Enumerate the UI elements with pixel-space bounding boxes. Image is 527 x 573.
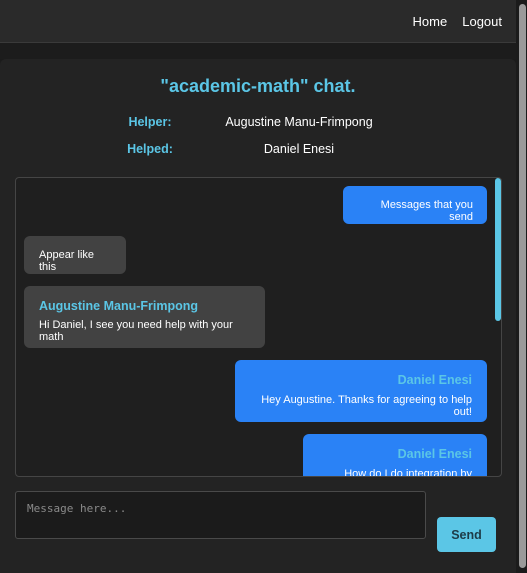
helper-label: Helper: <box>128 115 172 129</box>
message-text: How do I do integration by parts? <box>344 468 472 477</box>
message-text: Messages that you send <box>380 199 473 223</box>
message-bubble: Augustine Manu-Frimpong Hi Daniel, I see… <box>24 286 265 348</box>
chat-title: "academic-math" chat. <box>160 76 356 96</box>
chat-panel: "academic-math" chat. Helper: Augustine … <box>0 59 516 573</box>
page-scrollbar[interactable] <box>519 4 526 568</box>
message-list[interactable]: Messages that you send Appear like this … <box>15 177 502 477</box>
header-spacer <box>0 43 516 59</box>
message-sender: Daniel Enesi <box>397 447 472 461</box>
message-input[interactable] <box>15 491 426 539</box>
message-text: Hey Augustine. Thanks for agreeing to he… <box>261 394 472 418</box>
chat-scrollbar[interactable] <box>495 178 501 321</box>
message-text: Appear like this <box>39 249 95 273</box>
message-bubble: Daniel Enesi Hey Augustine. Thanks for a… <box>235 360 487 422</box>
top-nav-bar: Home Logout <box>0 0 516 43</box>
helped-name: Daniel Enesi <box>263 142 335 156</box>
message-text: Hi Daniel, I see you need help with your… <box>39 319 233 343</box>
message-sender: Daniel Enesi <box>397 373 472 387</box>
helper-name: Augustine Manu-Frimpong <box>225 115 373 129</box>
message-bubble: Appear like this <box>24 236 126 274</box>
logout-link[interactable]: Logout <box>462 14 502 29</box>
send-button[interactable]: Send <box>437 517 496 552</box>
message-bubble: Daniel Enesi How do I do integration by … <box>303 434 487 477</box>
message-bubble: Messages that you send <box>343 186 487 224</box>
helped-label: Helped: <box>127 142 173 156</box>
home-link[interactable]: Home <box>413 14 448 29</box>
message-sender: Augustine Manu-Frimpong <box>39 299 199 313</box>
